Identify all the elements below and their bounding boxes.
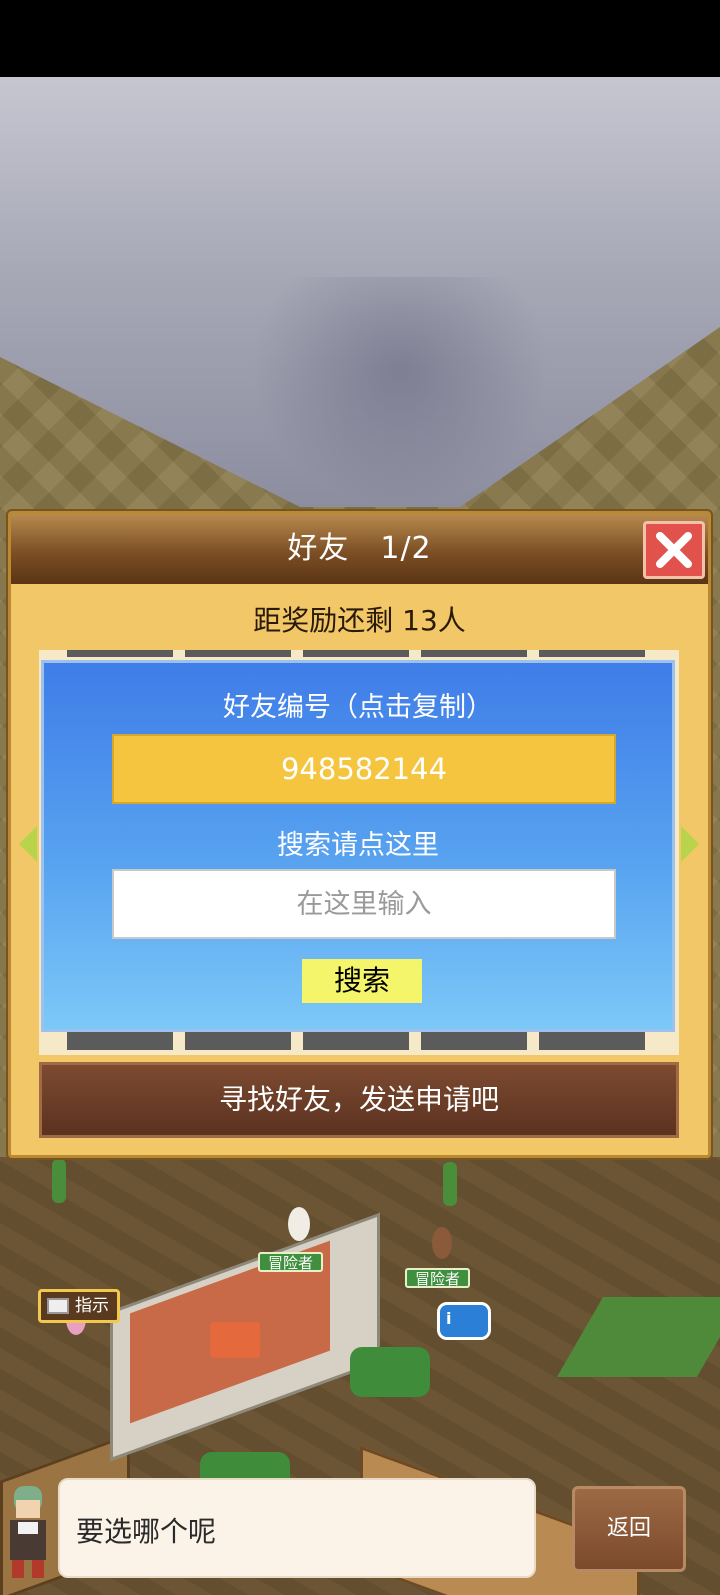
book-icon — [47, 1298, 69, 1314]
cactus-icon — [52, 1159, 66, 1203]
send-request-banner: 寻找好友，发送申请吧 — [39, 1062, 679, 1138]
panel-slots-top — [67, 650, 647, 657]
slot-divider — [303, 1032, 409, 1050]
hint-button-label: 指示 — [75, 1296, 109, 1316]
slot-divider — [67, 1032, 173, 1050]
adventurer-tag: 冒险者 — [258, 1252, 324, 1272]
npc-avatar — [10, 1486, 46, 1578]
message-text: 要选哪个呢 — [76, 1515, 217, 1548]
friend-id-copy-field[interactable]: 948582144 — [112, 734, 616, 804]
info-icon: i — [446, 1309, 452, 1328]
close-icon — [656, 532, 692, 568]
slot-divider — [185, 650, 291, 657]
arrow-left-icon[interactable] — [19, 826, 37, 862]
hint-button[interactable]: 指示 — [38, 1289, 120, 1323]
friend-id-label: 好友编号（点击复制） — [223, 692, 493, 723]
arrow-right-icon[interactable] — [681, 826, 699, 862]
fog-shade — [250, 277, 550, 507]
friend-dialog: 好友 1/2 距奖励还剩 13人 好友编号（点击复制） 948582144 搜索… — [8, 511, 711, 1158]
slot-divider — [67, 650, 173, 657]
search-panel-frame: 好友编号（点击复制） 948582144 搜索请点这里 搜索 — [39, 650, 679, 1055]
slot-divider — [303, 650, 409, 657]
slot-divider — [421, 650, 527, 657]
slot-divider — [185, 1032, 291, 1050]
status-bar — [0, 0, 720, 77]
search-button[interactable]: 搜索 — [302, 959, 422, 1003]
adventurer-sprite[interactable] — [432, 1227, 452, 1259]
back-button[interactable]: 返回 — [572, 1486, 686, 1572]
friend-search-panel: 好友编号（点击复制） 948582144 搜索请点这里 搜索 — [41, 660, 675, 1032]
slot-divider — [539, 650, 645, 657]
reward-remaining-text: 距奖励还剩 13人 — [253, 604, 466, 637]
panel-slots-bottom — [67, 1032, 647, 1050]
close-button[interactable] — [643, 521, 705, 579]
slot-divider — [421, 1032, 527, 1050]
adventurer-tag: 冒险者 — [405, 1268, 471, 1288]
slot-divider — [539, 1032, 645, 1050]
info-bubble[interactable]: i — [437, 1302, 491, 1340]
message-box: 要选哪个呢 — [58, 1478, 536, 1578]
search-hint: 搜索请点这里 — [277, 830, 439, 861]
dialog-title: 好友 1/2 — [287, 531, 432, 566]
friend-search-input[interactable] — [112, 869, 616, 939]
cactus-icon — [443, 1162, 457, 1206]
adventurer-sprite[interactable] — [288, 1207, 310, 1241]
hedge — [350, 1347, 430, 1397]
bed-icon — [210, 1322, 260, 1358]
